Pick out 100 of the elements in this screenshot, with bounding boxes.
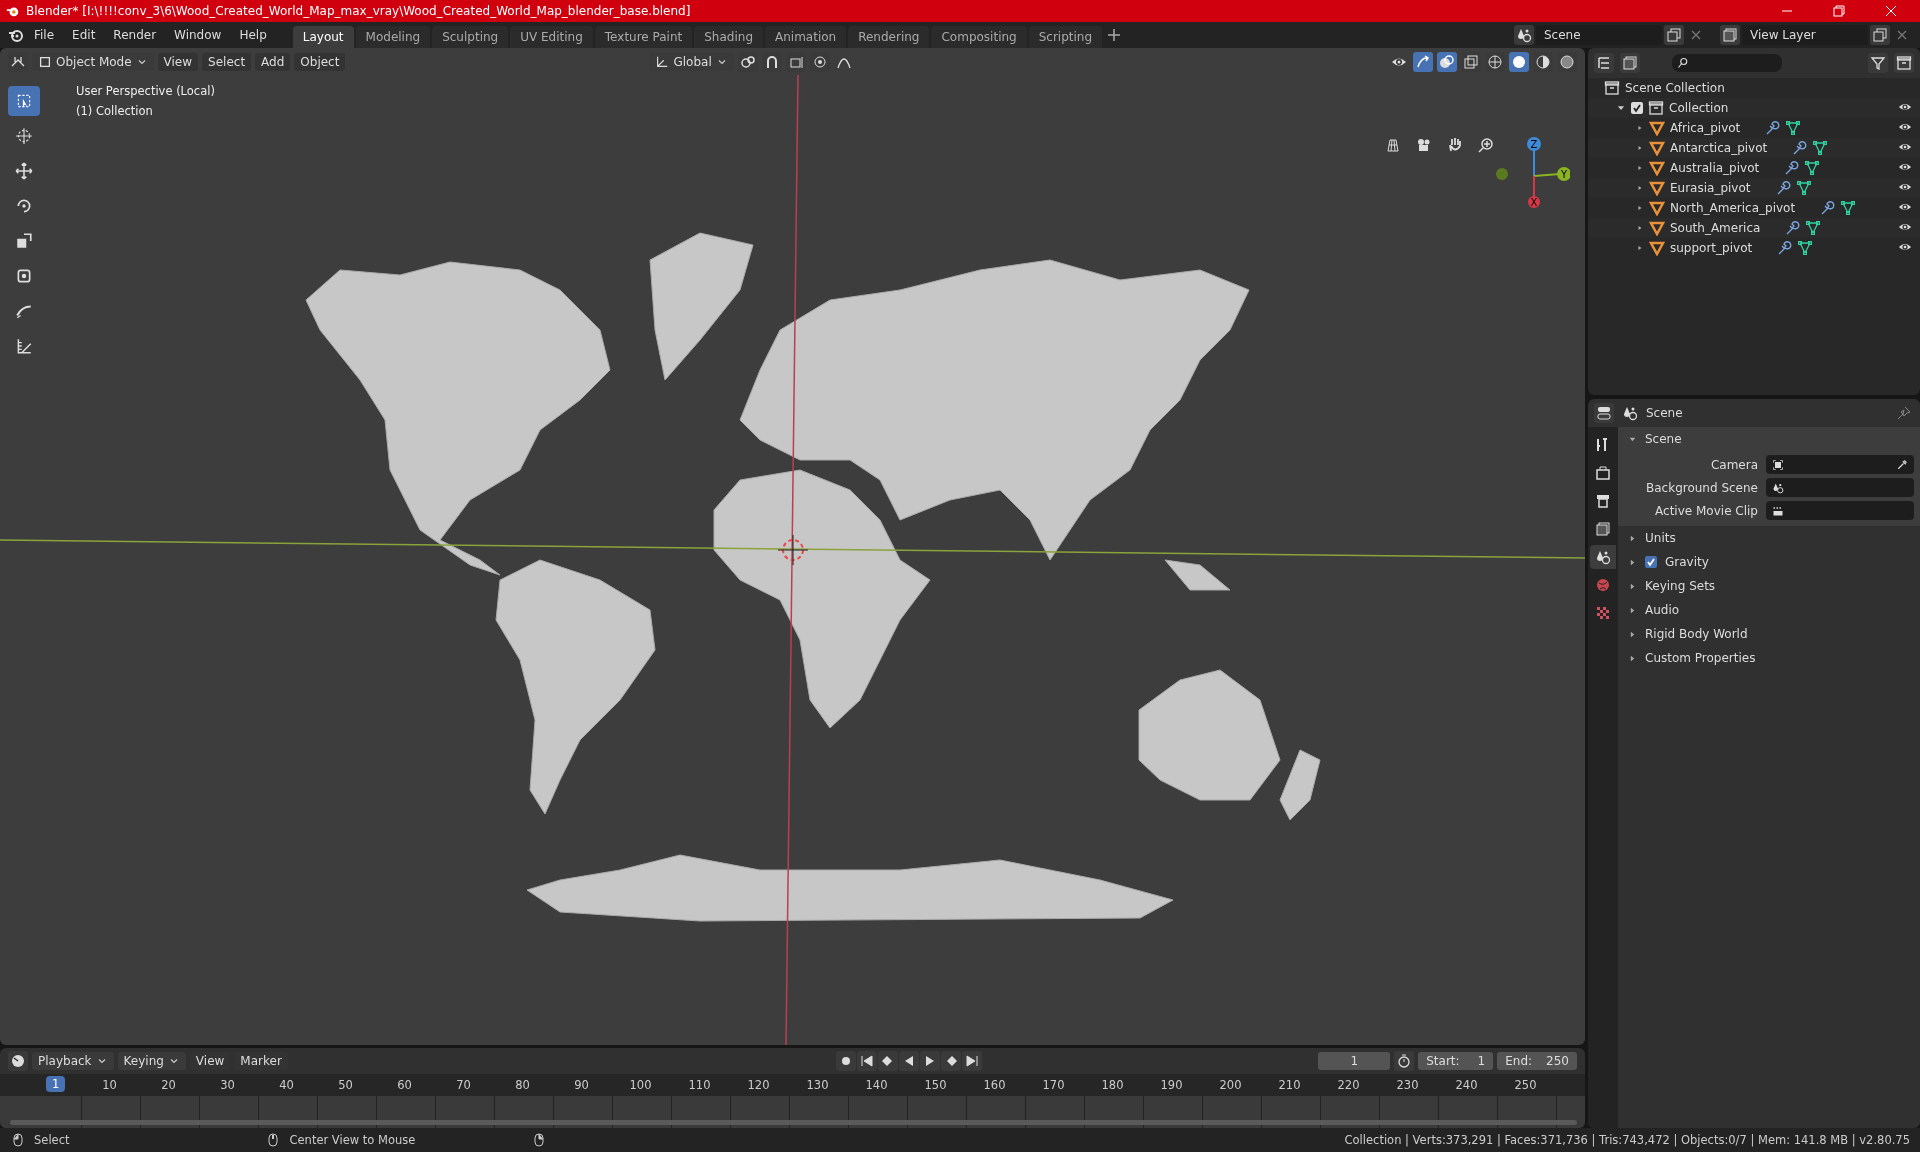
- workspace-tab[interactable]: Rendering: [848, 26, 930, 48]
- next-keyframe-icon[interactable]: [940, 1051, 961, 1071]
- viewport-menu[interactable]: Add: [255, 52, 291, 71]
- field-label: Background Scene: [1645, 480, 1758, 495]
- workspace-tab[interactable]: Scripting: [1028, 26, 1103, 48]
- workspace-tab[interactable]: Modeling: [355, 26, 431, 48]
- mesh-icon: [1795, 180, 1812, 196]
- stopwatch-icon[interactable]: [1394, 1051, 1415, 1071]
- scene-tab[interactable]: [1590, 545, 1616, 569]
- menu-item[interactable]: Edit: [64, 25, 104, 45]
- outliner-item[interactable]: Africa_pivot: [1670, 121, 1741, 135]
- gizmo-icon[interactable]: [1413, 51, 1433, 72]
- viewport-menu[interactable]: Select: [202, 52, 252, 71]
- menu-item[interactable]: File: [26, 25, 63, 45]
- workspace-tab[interactable]: Animation: [765, 26, 847, 48]
- frame-number: 250: [1513, 1078, 1538, 1092]
- end-frame-field[interactable]: End: 250: [1497, 1052, 1577, 1070]
- playhead-frame[interactable]: 1: [46, 1076, 66, 1092]
- object-triangle-icon: [1649, 200, 1665, 216]
- maximize-icon[interactable]: [1833, 5, 1845, 17]
- measure-icon: [15, 337, 33, 355]
- solid-shading-icon[interactable]: [1509, 51, 1529, 72]
- viewport-info-text: (1) Collection: [76, 104, 154, 118]
- frame-number: 150: [923, 1078, 948, 1092]
- play-reverse-icon[interactable]: [898, 1051, 919, 1071]
- xray-icon[interactable]: [1461, 51, 1481, 72]
- frame-number: 130: [805, 1078, 830, 1092]
- viewport-menu[interactable]: Object: [294, 52, 346, 71]
- status-hint: Select: [34, 1133, 70, 1147]
- wrench-icon: [1784, 220, 1801, 236]
- property-field[interactable]: [1766, 478, 1914, 497]
- play-icon[interactable]: [919, 1051, 940, 1071]
- axis-gizmo[interactable]: Z Y X: [1490, 128, 1570, 208]
- display-mode-icon[interactable]: [1620, 53, 1640, 73]
- outliner-item[interactable]: support_pivot: [1670, 241, 1753, 255]
- outliner-item[interactable]: North_America_pivot: [1670, 201, 1796, 215]
- collapsed-arrow-icon: [1636, 144, 1644, 152]
- outliner-item[interactable]: Collection: [1669, 101, 1729, 115]
- collapsed-arrow-icon: [1628, 629, 1637, 639]
- outliner-editor-icon[interactable]: [1594, 53, 1614, 73]
- mesh-icon: [1805, 220, 1822, 236]
- orientation-dropdown[interactable]: Global: [649, 52, 734, 71]
- property-field[interactable]: [1766, 501, 1914, 520]
- workspace-tab[interactable]: Shading: [694, 26, 763, 48]
- timeline-scrollbar[interactable]: [10, 1120, 1577, 1125]
- collection-checkbox[interactable]: [1631, 102, 1643, 114]
- scene-icon: [1622, 405, 1638, 421]
- timeline-track[interactable]: [0, 1096, 1585, 1128]
- 3d-viewport[interactable]: Object Mode View Select Add Object Global User Perspective (Local) (1) Collection Z Y X: [0, 48, 1585, 1045]
- workspace-tab[interactable]: Sculpting: [432, 26, 509, 48]
- property-field[interactable]: [1766, 455, 1914, 474]
- menu-item[interactable]: Help: [231, 25, 275, 45]
- eyedropper-icon: [1896, 458, 1908, 471]
- close-icon[interactable]: [1885, 5, 1897, 17]
- menu-item[interactable]: Render: [105, 25, 165, 45]
- properties-context: Scene: [1646, 406, 1683, 420]
- search-field[interactable]: [1672, 54, 1782, 72]
- filter-icon[interactable]: [1868, 53, 1888, 73]
- workspace-tab[interactable]: Layout: [292, 26, 354, 48]
- collapsed-arrow-icon: [1636, 124, 1644, 132]
- mesh-icon: [1812, 140, 1829, 156]
- jump-start-icon[interactable]: [856, 1051, 877, 1071]
- outliner-item[interactable]: Eurasia_pivot: [1670, 181, 1751, 195]
- timeline-dropdown[interactable]: Keying: [117, 1052, 186, 1070]
- copy-icon[interactable]: [1664, 25, 1684, 45]
- clock-icon[interactable]: [8, 1051, 28, 1071]
- new-collection-icon[interactable]: [1894, 53, 1914, 73]
- panel-header[interactable]: Scene: [1618, 427, 1920, 451]
- workspace-tab[interactable]: Compositing: [931, 26, 1027, 48]
- scene-icon: [1772, 481, 1784, 494]
- scene-field[interactable]: Scene: [1536, 25, 1662, 45]
- outliner-item[interactable]: Scene Collection: [1625, 81, 1725, 95]
- prev-keyframe-icon[interactable]: [877, 1051, 898, 1071]
- outliner-item[interactable]: Australia_pivot: [1670, 161, 1760, 175]
- frame-number: 40: [278, 1078, 295, 1092]
- current-frame-field[interactable]: 1: [1318, 1052, 1391, 1070]
- overlay-icon[interactable]: [1437, 51, 1457, 72]
- jump-end-icon[interactable]: [961, 1051, 982, 1071]
- mode-dropdown[interactable]: Object Mode: [32, 52, 154, 71]
- workspace-tab[interactable]: Texture Paint: [594, 26, 693, 48]
- frame-number: 70: [455, 1078, 472, 1092]
- gravity-checkbox[interactable]: [1645, 556, 1657, 568]
- view-layer-field[interactable]: View Layer: [1742, 25, 1868, 45]
- menu-item[interactable]: Window: [166, 25, 230, 45]
- viewport-menu[interactable]: View: [157, 52, 199, 71]
- outliner-item[interactable]: Antarctica_pivot: [1670, 141, 1768, 155]
- scene-icon[interactable]: [1514, 25, 1534, 45]
- copy-icon[interactable]: [1870, 25, 1890, 45]
- properties-editor-icon[interactable]: [1594, 403, 1614, 423]
- workspace-tab[interactable]: UV Editing: [510, 26, 593, 48]
- blender-logo-icon: [8, 27, 24, 43]
- record-icon[interactable]: [835, 1051, 856, 1071]
- outliner-item[interactable]: South_America: [1670, 221, 1761, 235]
- select-box-tool[interactable]: [8, 86, 40, 116]
- frame-number: 60: [396, 1078, 413, 1092]
- cursor-icon: [15, 127, 33, 145]
- image-stack-icon[interactable]: [1720, 25, 1740, 45]
- start-frame-field[interactable]: Start: 1: [1418, 1052, 1494, 1070]
- collapsed-arrow-icon: [1628, 605, 1637, 615]
- timeline-dropdown[interactable]: Playback: [32, 1052, 114, 1070]
